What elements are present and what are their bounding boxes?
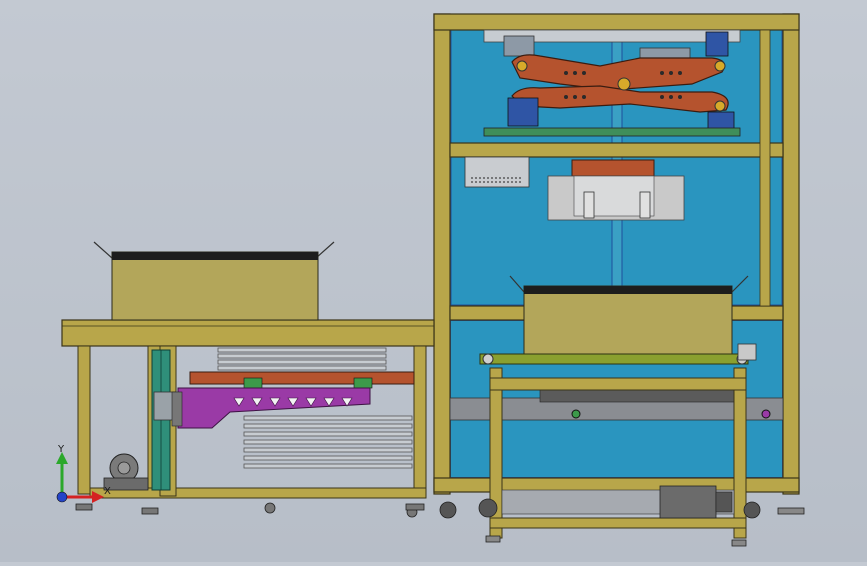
gripper-finger-right <box>639 191 651 219</box>
tower-right-post <box>782 13 800 495</box>
belt-chain <box>539 389 741 403</box>
infeed-leg-left <box>77 345 91 495</box>
tower-top-beam <box>433 13 800 31</box>
gripper-finger-left <box>583 191 595 219</box>
carriage-rail <box>189 371 415 389</box>
infeed-table-top <box>61 319 435 347</box>
infeed-feet <box>75 502 425 518</box>
z-axis-dot <box>56 491 68 503</box>
machine-assembly-drawing: Y X <box>56 13 805 547</box>
arm-pivot <box>516 60 528 72</box>
tower-mid-beam <box>449 142 784 158</box>
tower-inner-post <box>759 29 771 307</box>
arm-actuator-left <box>507 97 539 127</box>
arm-base-rail <box>483 127 741 137</box>
infeed-leg-right <box>413 345 427 497</box>
roller-bar <box>479 353 749 365</box>
cad-viewport: Y X <box>0 0 867 562</box>
arm-pivot <box>714 100 726 112</box>
infeed-motor <box>103 453 149 491</box>
tower-carton <box>509 275 749 355</box>
vent-unit <box>464 156 530 188</box>
tray-stack-upper <box>217 347 387 371</box>
arm-bracket-left <box>503 35 535 57</box>
arm-actuator-top <box>705 31 729 57</box>
triad-y-label: Y <box>57 444 65 455</box>
magenta-pusher <box>171 387 371 429</box>
triad-x-label: X <box>104 486 111 497</box>
drive-motor <box>659 485 717 519</box>
arm-pivot <box>617 77 631 91</box>
tower-left-post <box>433 13 451 495</box>
tray-stack-lower <box>243 415 413 469</box>
infeed-carton <box>93 241 335 321</box>
arm-pivot <box>714 60 726 72</box>
